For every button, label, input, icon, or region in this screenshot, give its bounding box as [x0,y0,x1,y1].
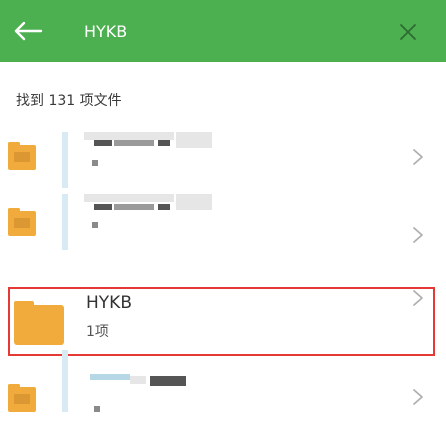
list-item-title: HYKB [86,293,132,313]
obscured-title [114,140,154,146]
folder-icon [8,208,36,236]
obscured-title [94,140,112,146]
obscured-title [158,204,170,210]
close-icon[interactable] [398,22,418,42]
folder-icon [14,301,64,345]
obscured-block [62,132,68,188]
obscured-subtitle [94,406,100,412]
obscured-title [130,376,146,384]
obscured-subtitle [92,160,98,166]
obscured-title [114,204,154,210]
result-count-label: 找到 131 项文件 [16,93,122,109]
list-item[interactable] [0,184,446,250]
obscured-title [176,194,212,210]
obscured-title [176,132,212,148]
obscured-block [62,350,68,412]
list-item-subtitle: 1项 [86,324,109,340]
obscured-title [84,194,174,202]
list-item[interactable] [0,350,446,434]
search-query-text: HYKB [84,22,128,41]
obscured-title [158,140,170,146]
obscured-title [84,132,174,140]
folder-icon [8,142,36,170]
chevron-right-icon [413,227,423,243]
obscured-title [150,376,186,386]
obscured-subtitle [92,222,98,228]
search-input[interactable]: HYKB [62,14,430,50]
list-item[interactable] [0,118,446,188]
back-button[interactable] [12,16,44,46]
folder-icon [8,384,36,412]
obscured-title [90,374,130,380]
app-header: HYKB [0,0,446,62]
chevron-right-icon [413,389,423,405]
arrow-left-icon [14,21,43,41]
list-item-hykb[interactable]: HYKB 1项 [0,287,446,356]
chevron-right-icon [413,149,423,165]
obscured-title [94,204,112,210]
chevron-right-icon [413,290,423,306]
obscured-block [62,194,68,250]
